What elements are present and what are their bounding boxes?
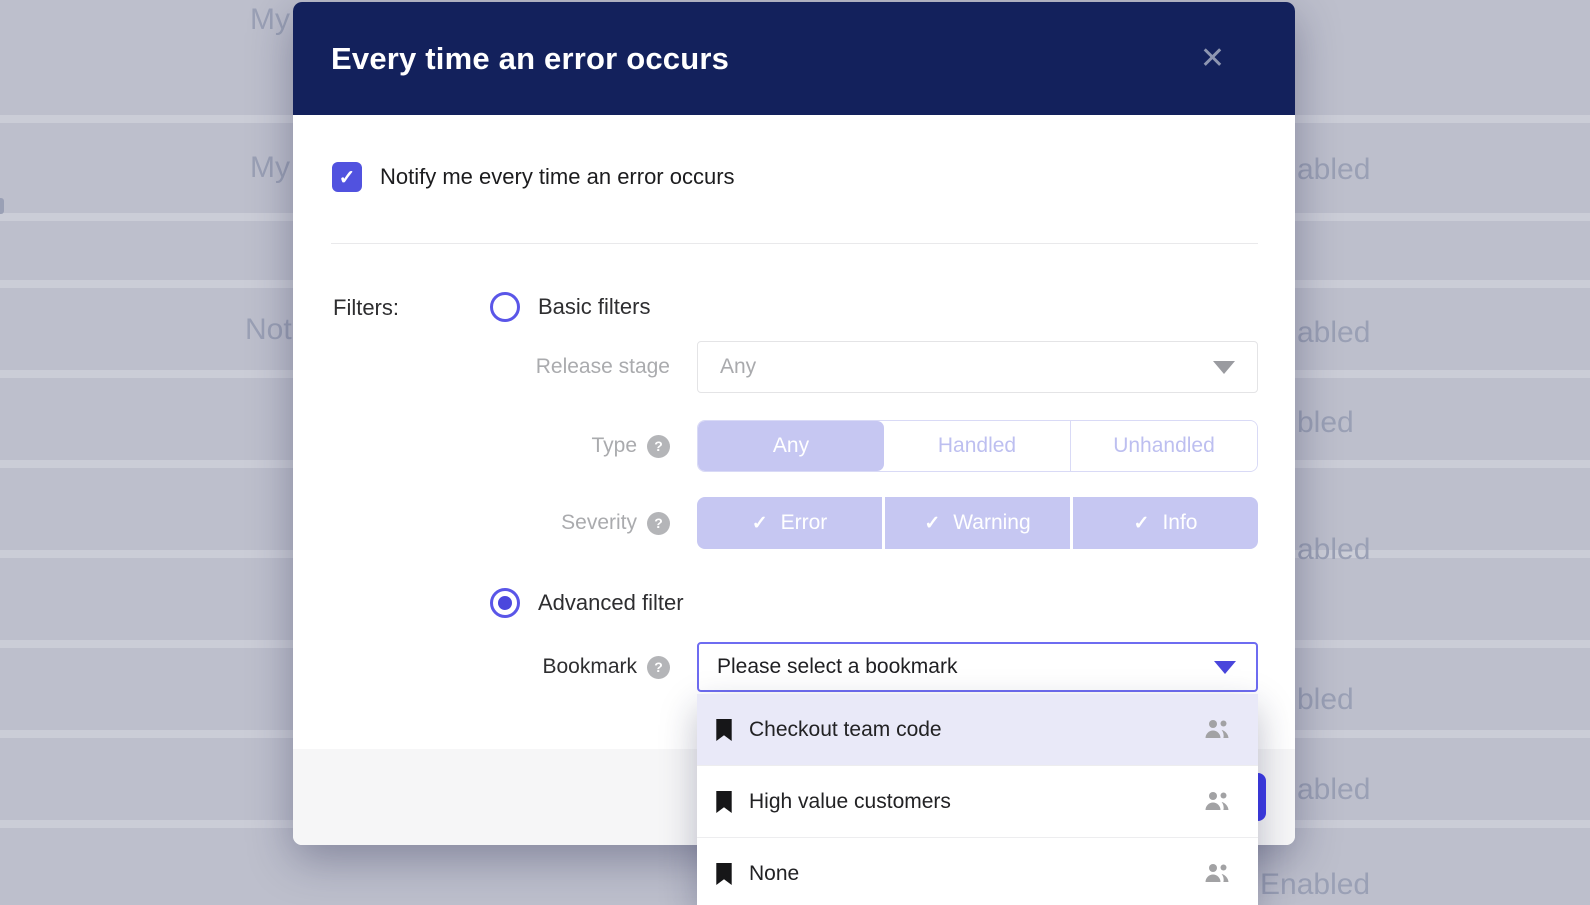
type-help-icon[interactable]: ? — [647, 435, 670, 458]
severity-option-warning[interactable]: ✓ Warning — [885, 497, 1070, 549]
bookmark-option-none[interactable]: None — [697, 838, 1258, 905]
filters-label: Filters: — [333, 295, 399, 321]
bookmark-select-placeholder: Please select a bookmark — [717, 655, 957, 679]
bookmark-option-high-value-customers[interactable]: High value customers — [697, 766, 1258, 838]
people-icon — [1203, 719, 1230, 740]
background-text: Enabled — [1260, 867, 1370, 903]
bookmark-dropdown-list: Checkout team code High value customers … — [697, 694, 1258, 905]
close-icon[interactable]: ✕ — [1200, 44, 1225, 74]
type-label: Type ? — [443, 420, 670, 472]
people-icon — [1203, 791, 1230, 812]
release-stage-select[interactable]: Any — [697, 341, 1258, 393]
bookmark-label: Bookmark ? — [443, 641, 670, 693]
release-stage-label: Release stage — [443, 341, 670, 393]
bookmark-icon — [715, 791, 733, 813]
background-text: My — [250, 2, 290, 38]
severity-option-info[interactable]: ✓ Info — [1073, 497, 1258, 549]
caret-down-icon — [1214, 661, 1236, 674]
bookmark-icon — [715, 719, 733, 741]
severity-segmented-control: ✓ Error ✓ Warning ✓ Info — [697, 497, 1258, 549]
severity-option-error[interactable]: ✓ Error — [697, 497, 882, 549]
background-text: abled — [1297, 315, 1370, 351]
check-icon: ✓ — [752, 512, 768, 535]
check-icon: ✓ — [339, 165, 356, 190]
type-option-handled[interactable]: Handled — [884, 421, 1070, 471]
screen: My My c Not abled abled bled abled bled … — [0, 0, 1590, 905]
notify-checkbox[interactable]: ✓ — [332, 162, 362, 192]
background-text: Not — [245, 312, 292, 348]
basic-filters-radio-label[interactable]: Basic filters — [538, 294, 650, 320]
background-text: bled — [1297, 405, 1354, 441]
severity-label: Severity ? — [443, 497, 670, 549]
bookmark-help-icon[interactable]: ? — [647, 656, 670, 679]
background-artifact — [0, 198, 4, 214]
type-option-unhandled[interactable]: Unhandled — [1070, 421, 1257, 471]
bookmark-select[interactable]: Please select a bookmark — [697, 642, 1258, 692]
bookmark-option-label: Checkout team code — [749, 718, 942, 742]
radio-selected-dot — [498, 596, 512, 610]
background-text: abled — [1297, 532, 1370, 568]
background-text: abled — [1297, 152, 1370, 188]
notify-checkbox-label[interactable]: Notify me every time an error occurs — [380, 164, 735, 190]
bookmark-option-checkout-team-code[interactable]: Checkout team code — [697, 694, 1258, 766]
modal-header: Every time an error occurs ✕ — [293, 2, 1295, 115]
release-stage-value: Any — [720, 355, 756, 379]
section-divider — [331, 243, 1258, 244]
type-option-any[interactable]: Any — [698, 421, 884, 471]
notify-checkbox-row[interactable]: ✓ Notify me every time an error occurs — [332, 162, 735, 192]
basic-filters-radio[interactable] — [490, 292, 520, 322]
basic-filters-radio-row[interactable]: Basic filters — [490, 292, 650, 322]
background-text: bled — [1297, 682, 1354, 718]
advanced-filter-radio-label[interactable]: Advanced filter — [538, 590, 684, 616]
background-text: abled — [1297, 772, 1370, 808]
check-icon: ✓ — [924, 512, 940, 535]
bookmark-option-label: None — [749, 862, 799, 886]
caret-down-icon — [1213, 361, 1235, 374]
check-icon: ✓ — [1134, 512, 1150, 535]
advanced-filter-radio[interactable] — [490, 588, 520, 618]
advanced-filter-radio-row[interactable]: Advanced filter — [490, 588, 684, 618]
people-icon — [1203, 863, 1230, 884]
type-segmented-control: Any Handled Unhandled — [697, 420, 1258, 472]
bookmark-option-label: High value customers — [749, 790, 951, 814]
bookmark-icon — [715, 863, 733, 885]
modal-title: Every time an error occurs — [331, 41, 729, 77]
severity-help-icon[interactable]: ? — [647, 512, 670, 535]
